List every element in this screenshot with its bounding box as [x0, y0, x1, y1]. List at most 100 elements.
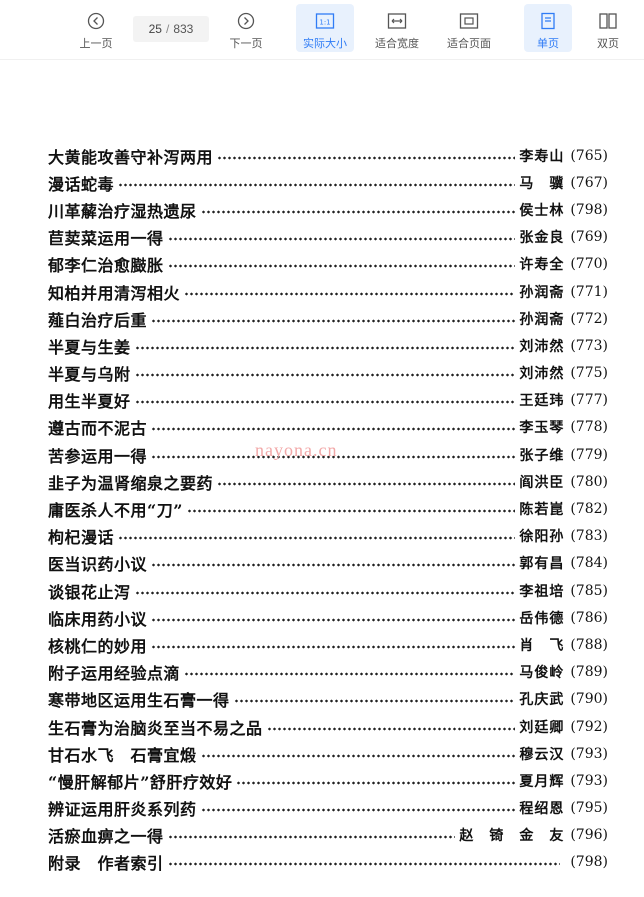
toc-entry-page: (795) [570, 800, 608, 817]
toc-entry[interactable]: “慢肝解郁片”舒肝疗效好 夏月辉 (793) [48, 767, 608, 794]
toc-entry-title: 苦参运用一得 [48, 446, 148, 466]
toc-entry-title: 枸杞漫话 [48, 528, 115, 548]
toc-entry[interactable]: 大黄能攻善守补泻两用 李寿山 (765) [48, 142, 608, 169]
toc-entry[interactable]: 甘石水飞 石膏宜煅 穆云汉 (793) [48, 740, 608, 767]
toc-dot-leader [151, 563, 516, 568]
toc-entry-title: 活瘀血痹之一得 [48, 827, 164, 847]
toc-entry-author: 李寿山 [519, 148, 565, 165]
current-page: 25 [148, 22, 162, 36]
toc-entry[interactable]: 活瘀血痹之一得 赵 锜 金 友 (796) [48, 822, 608, 849]
toc-entry[interactable]: 谈银花止泻 李祖培 (785) [48, 577, 608, 604]
total-pages: 833 [173, 22, 194, 36]
toc-dot-leader [118, 536, 516, 541]
toc-dot-leader [217, 481, 516, 486]
fit-page-button[interactable]: 适合页面 [440, 4, 498, 52]
chevron-right-icon [235, 10, 257, 32]
toc-entry[interactable]: 遵古而不泥古 李玉琴 (778) [48, 414, 608, 441]
page-number-input[interactable]: 25 / 833 [133, 16, 209, 42]
toc-entry-page: (769) [570, 229, 608, 246]
fit-width-button[interactable]: 适合宽度 [368, 4, 426, 52]
toc-dot-leader [184, 291, 516, 296]
toc-dot-leader [233, 699, 516, 704]
toc-entry-author: 岳伟德 [519, 610, 565, 627]
toc-entry[interactable]: 郁李仁治愈臌胀 许寿全 (770) [48, 251, 608, 278]
toc-dot-leader [167, 835, 456, 840]
toc-dot-leader [134, 400, 516, 405]
toc-entry-page: (796) [570, 827, 608, 844]
toc-dot-leader [200, 753, 516, 758]
actual-size-button[interactable]: 1:1 实际大小 [296, 4, 354, 52]
toc-entry-author: 张子维 [519, 447, 565, 464]
page-separator: / [165, 22, 170, 36]
next-page-button[interactable]: 下一页 [220, 4, 272, 52]
toc-entry[interactable]: 川革薢治疗湿热遗尿 侯士林 (798) [48, 196, 608, 223]
toc-dot-leader [167, 264, 516, 269]
toc-entry[interactable]: 漫话蛇毒 马 骥 (767) [48, 169, 608, 196]
toc-entry-author: 陈若崑 [519, 502, 565, 519]
toc-entry[interactable]: 核桃仁的妙用 肖 飞 (788) [48, 631, 608, 658]
toc-dot-leader [151, 427, 516, 432]
toc-entry-page: (792) [570, 718, 608, 735]
toc-entry[interactable]: 寒带地区运用生石膏一得 孔庆武 (790) [48, 686, 608, 713]
toc-dot-leader [186, 509, 516, 514]
pdf-toolbar: 上一页 25 / 833 下一页 1:1 实际大小 适合宽度 适合页面 单页 双… [0, 0, 644, 60]
toc-entry-author: 赵 锜 金 友 [459, 828, 565, 845]
toc-entry-page: (798) [570, 854, 608, 871]
table-of-contents: 大黄能攻善守补泻两用 李寿山 (765) 漫话蛇毒 马 骥 (767) 川革薢治疗湿热遗尿 侯… [48, 142, 608, 876]
toc-entry-page: (771) [570, 283, 608, 300]
toc-entry-title: 韭子为温肾缩泉之要药 [48, 473, 214, 493]
toc-dot-leader [118, 182, 516, 187]
toc-entry[interactable]: 辨证运用肝炎系列药 程绍恩 (795) [48, 795, 608, 822]
fit-page-icon [458, 10, 480, 32]
toc-entry-author: 孔庆武 [519, 692, 565, 709]
toc-entry-title: 半夏与生姜 [48, 337, 131, 357]
toc-entry-title: 郁李仁治愈臌胀 [48, 256, 164, 276]
toc-entry-author: 肖 飞 [519, 637, 565, 654]
double-page-button[interactable]: 双页 [584, 4, 632, 52]
toc-entry-page: (765) [570, 147, 608, 164]
fit-width-icon [386, 10, 408, 32]
toc-entry-title: 漫话蛇毒 [48, 174, 115, 194]
toc-entry-title: 大黄能攻善守补泻两用 [48, 147, 214, 167]
toc-entry[interactable]: 枸杞漫话 徐阳孙 (783) [48, 523, 608, 550]
toc-entry[interactable]: 医当识药小议 郭有昌 (784) [48, 550, 608, 577]
single-page-button[interactable]: 单页 [524, 4, 572, 52]
toc-entry-author: 夏月辉 [519, 773, 565, 790]
toc-entry[interactable]: 薤白治疗后重 孙润斋 (772) [48, 305, 608, 332]
toc-entry-title: 遵古而不泥古 [48, 419, 148, 439]
toc-entry-page: (790) [570, 691, 608, 708]
toc-entry-author: 孙润斋 [519, 311, 565, 328]
toc-entry-title: 川革薢治疗湿热遗尿 [48, 201, 197, 221]
prev-page-label: 上一页 [79, 37, 113, 50]
toc-entry[interactable]: 庸医杀人不用“刀” 陈若崑 (782) [48, 495, 608, 522]
toc-entry[interactable]: 苣荬菜运用一得 张金良 (769) [48, 224, 608, 251]
toc-entry-author: 李祖培 [519, 583, 565, 600]
fit-page-label: 适合页面 [447, 37, 491, 50]
toc-entry[interactable]: 附录 作者索引 (798) [48, 849, 608, 876]
toc-entry-page: (786) [570, 609, 608, 626]
toc-entry[interactable]: 知柏并用清泻相火 孙润斋 (771) [48, 278, 608, 305]
toc-dot-leader [151, 644, 516, 649]
toc-entry[interactable]: 半夏与乌附 刘沛然 (775) [48, 360, 608, 387]
toc-entry-author: 孙润斋 [519, 284, 565, 301]
toc-entry[interactable]: 临床用药小议 岳伟德 (786) [48, 604, 608, 631]
toc-entry-author: 刘廷卿 [519, 719, 565, 736]
double-page-label: 双页 [597, 37, 619, 50]
toc-entry[interactable]: 附子运用经验点滴 马俊岭 (789) [48, 659, 608, 686]
toc-entry-title: 苣荬菜运用一得 [48, 229, 164, 249]
watermark: nayona.cn [255, 440, 338, 460]
toc-entry-title: 半夏与乌附 [48, 365, 131, 385]
toc-dot-leader [167, 237, 516, 242]
toc-entry-author: 刘沛然 [519, 366, 565, 383]
toc-entry[interactable]: 半夏与生姜 刘沛然 (773) [48, 332, 608, 359]
toc-entry[interactable]: 韭子为温肾缩泉之要药 阎洪臣 (780) [48, 468, 608, 495]
toc-entry-page: (778) [570, 419, 608, 436]
toc-dot-leader [134, 373, 516, 378]
toc-entry-title: 知柏并用清泻相火 [48, 283, 181, 303]
prev-page-button[interactable]: 上一页 [70, 4, 122, 52]
toc-entry-page: (767) [570, 174, 608, 191]
toc-dot-leader [151, 318, 516, 323]
toc-entry[interactable]: 生石膏为治脑炎至当不易之品 刘廷卿 (792) [48, 713, 608, 740]
toc-entry[interactable]: 用生半夏好 王廷玮 (777) [48, 387, 608, 414]
toc-entry-page: (783) [570, 528, 608, 545]
